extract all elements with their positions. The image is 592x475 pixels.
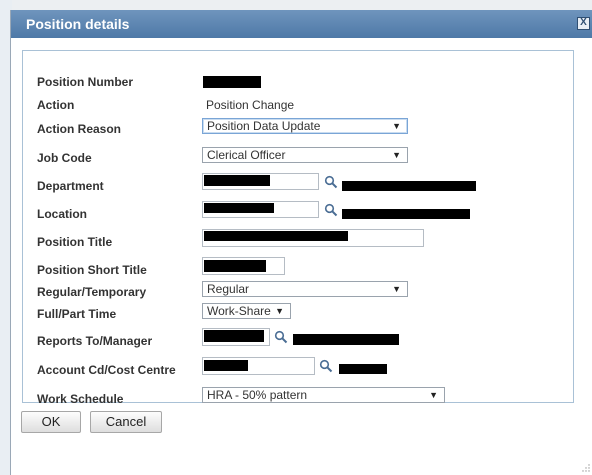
job-code-select[interactable]: Clerical Officer ▼: [202, 147, 408, 163]
position-number-label: Position Number: [37, 75, 134, 89]
chevron-down-icon: ▼: [275, 306, 284, 316]
action-label: Action: [37, 98, 75, 112]
dialog-title-bar[interactable]: Position details X: [11, 10, 592, 38]
magnifier-icon[interactable]: [274, 330, 288, 344]
close-icon[interactable]: X: [577, 17, 590, 30]
work-schedule-select[interactable]: HRA - 50% pattern ▼: [202, 387, 445, 403]
job-code-value: Clerical Officer: [207, 148, 286, 162]
full-part-time-select[interactable]: Work-Share ▼: [202, 303, 291, 319]
resize-grip-icon[interactable]: [582, 464, 590, 472]
job-code-label: Job Code: [37, 151, 92, 165]
location-label: Location: [37, 207, 87, 221]
position-title-input[interactable]: [202, 229, 424, 247]
department-label: Department: [37, 179, 104, 193]
regular-temporary-select[interactable]: Regular ▼: [202, 281, 408, 297]
chevron-down-icon: ▼: [392, 150, 401, 160]
reports-to-description-redacted: [293, 334, 399, 345]
ok-button[interactable]: OK: [21, 411, 81, 433]
department-value-redacted: [204, 175, 270, 186]
magnifier-icon[interactable]: [319, 359, 333, 373]
department-input[interactable]: [202, 173, 319, 190]
regular-temporary-value: Regular: [207, 282, 250, 296]
account-cd-value-redacted: [204, 360, 248, 371]
position-number-value-redacted: [203, 76, 261, 88]
account-cd-description-redacted: [339, 364, 387, 374]
location-input[interactable]: [202, 201, 319, 218]
position-title-value-redacted: [204, 231, 348, 241]
full-part-time-label: Full/Part Time: [37, 307, 117, 321]
location-description-redacted: [342, 209, 470, 219]
position-short-title-value-redacted: [204, 260, 266, 272]
action-reason-value: Position Data Update: [207, 119, 321, 133]
position-details-dialog: Position details X Position Number Actio…: [10, 10, 592, 475]
position-title-label: Position Title: [37, 235, 113, 249]
chevron-down-icon: ▼: [392, 121, 401, 131]
action-reason-label: Action Reason: [37, 122, 122, 136]
regular-temporary-label: Regular/Temporary: [37, 285, 147, 299]
chevron-down-icon: ▼: [429, 390, 438, 400]
account-cd-input[interactable]: [202, 357, 315, 375]
location-value-redacted: [204, 203, 274, 213]
action-reason-select[interactable]: Position Data Update ▼: [202, 118, 408, 134]
cancel-button[interactable]: Cancel: [90, 411, 162, 433]
magnifier-icon[interactable]: [324, 203, 338, 217]
account-cd-label: Account Cd/Cost Centre: [37, 363, 176, 377]
chevron-down-icon: ▼: [392, 284, 401, 294]
full-part-time-value: Work-Share: [207, 304, 271, 318]
position-form-panel: Position Number Action Position Change A…: [22, 50, 574, 406]
dialog-title: Position details: [26, 16, 130, 32]
background-page-top: [0, 0, 592, 10]
reports-to-value-redacted: [204, 330, 264, 342]
reports-to-input[interactable]: [202, 328, 270, 346]
magnifier-icon[interactable]: [324, 175, 338, 189]
department-description-redacted: [342, 181, 476, 191]
position-short-title-input[interactable]: [202, 257, 285, 275]
action-value: Position Change: [206, 98, 295, 112]
work-schedule-label: Work Schedule: [37, 392, 124, 406]
reports-to-label: Reports To/Manager: [37, 334, 153, 348]
work-schedule-value: HRA - 50% pattern: [207, 388, 308, 402]
position-short-title-label: Position Short Title: [37, 263, 147, 277]
